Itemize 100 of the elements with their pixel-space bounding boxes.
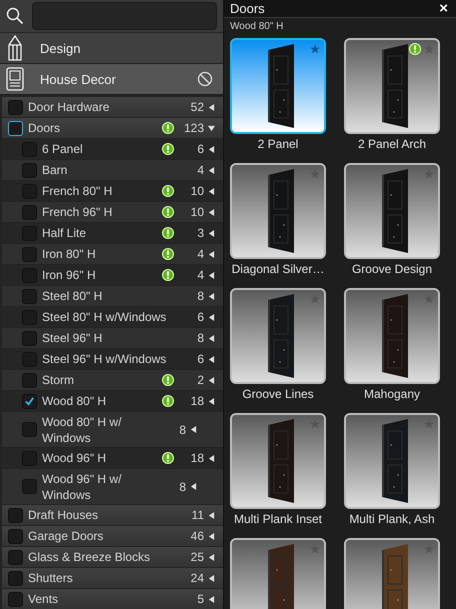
checkbox[interactable] bbox=[22, 394, 37, 408]
category-label: Wood 96" H bbox=[42, 450, 108, 466]
category-row[interactable]: Draft Houses 11 bbox=[2, 505, 223, 525]
checkbox[interactable] bbox=[22, 372, 37, 388]
expand-arrow-icon[interactable] bbox=[208, 272, 215, 278]
category-label: Steel 80" H bbox=[42, 288, 104, 304]
item-count: 11 bbox=[190, 508, 204, 522]
category-row[interactable]: Wood 80" H w/ Windows 8 bbox=[2, 412, 223, 447]
expand-arrow-icon[interactable] bbox=[190, 426, 197, 433]
star-icon[interactable] bbox=[310, 419, 320, 429]
category-row[interactable]: Vents 5 bbox=[2, 589, 223, 609]
item-count: 6 bbox=[196, 310, 204, 324]
item-count: 8 bbox=[178, 480, 186, 494]
expand-arrow-icon[interactable] bbox=[208, 208, 215, 216]
star-icon[interactable] bbox=[424, 544, 434, 554]
expand-arrow-icon[interactable] bbox=[208, 376, 215, 384]
checkbox[interactable] bbox=[8, 570, 23, 586]
warning-icon bbox=[162, 122, 174, 134]
expand-arrow-icon[interactable] bbox=[208, 314, 215, 320]
expand-arrow-icon[interactable] bbox=[208, 166, 215, 174]
nav-label: Design bbox=[40, 40, 82, 56]
category-label: Iron 80" H bbox=[42, 246, 97, 262]
checkbox[interactable] bbox=[22, 330, 37, 346]
expand-arrow-icon[interactable] bbox=[208, 554, 215, 560]
category-label: French 96" H bbox=[42, 204, 114, 220]
star-icon[interactable] bbox=[424, 44, 434, 54]
expand-arrow-icon[interactable] bbox=[190, 483, 197, 490]
checkbox[interactable] bbox=[8, 550, 23, 564]
panel-subtitle: Wood 80" H bbox=[229, 20, 284, 34]
checkbox[interactable] bbox=[8, 528, 23, 544]
expand-arrow-icon[interactable] bbox=[208, 104, 215, 110]
item-count: 8 bbox=[196, 331, 204, 345]
expand-arrow-icon[interactable] bbox=[208, 574, 215, 582]
star-icon[interactable] bbox=[310, 44, 320, 54]
expand-arrow-icon[interactable] bbox=[208, 398, 215, 404]
category-row[interactable]: French 96" H 10 bbox=[2, 202, 223, 222]
star-icon[interactable] bbox=[424, 419, 434, 429]
expand-arrow-icon[interactable] bbox=[208, 596, 215, 602]
checkbox[interactable] bbox=[8, 508, 23, 522]
category-row[interactable]: Garage Doors 46 bbox=[2, 526, 223, 546]
star-icon[interactable] bbox=[310, 544, 320, 554]
category-row[interactable]: Storm 2 bbox=[2, 370, 223, 390]
star-icon[interactable] bbox=[424, 294, 434, 304]
expand-arrow-icon[interactable] bbox=[208, 146, 215, 152]
star-icon[interactable] bbox=[310, 294, 320, 304]
warning-icon bbox=[162, 395, 174, 407]
expand-arrow-icon[interactable] bbox=[208, 188, 215, 194]
door-name: Groove Design bbox=[352, 262, 432, 278]
checkbox[interactable] bbox=[8, 592, 23, 606]
expand-arrow-icon[interactable] bbox=[208, 454, 215, 462]
category-row[interactable]: Glass & Breeze Blocks 25 bbox=[2, 547, 223, 567]
nav-item[interactable]: House Decor bbox=[0, 64, 223, 95]
search-icon[interactable] bbox=[6, 7, 24, 25]
expand-arrow-icon[interactable] bbox=[208, 250, 215, 258]
category-label: Steel 96" H bbox=[42, 330, 104, 346]
category-row[interactable]: Steel 80" H 8 bbox=[2, 286, 223, 306]
door-name: Multi Plank Inset bbox=[234, 512, 322, 528]
category-row[interactable]: Steel 96" H 8 bbox=[2, 328, 223, 348]
category-label: French 80" H bbox=[42, 183, 114, 199]
collapse-arrow-icon[interactable] bbox=[208, 124, 215, 132]
category-label: Shutters bbox=[28, 570, 74, 586]
checkbox[interactable] bbox=[22, 479, 37, 494]
search-field[interactable] bbox=[32, 2, 217, 30]
category-row[interactable]: Door Hardware 52 bbox=[2, 97, 223, 117]
checkbox[interactable] bbox=[8, 120, 23, 136]
category-label: Vents bbox=[28, 591, 60, 607]
expand-arrow-icon[interactable] bbox=[208, 292, 215, 300]
category-row[interactable]: Barn 4 bbox=[2, 160, 223, 180]
checkbox[interactable] bbox=[22, 246, 37, 262]
category-label: Steel 80" H w/Windows bbox=[42, 309, 168, 325]
item-count: 24 bbox=[190, 571, 204, 585]
category-row[interactable]: Iron 80" H 4 bbox=[2, 244, 223, 264]
nav-item[interactable]: Design bbox=[0, 33, 223, 64]
item-count: 10 bbox=[190, 205, 204, 219]
category-row[interactable]: Shutters 24 bbox=[2, 568, 223, 588]
category-label: Door Hardware bbox=[28, 99, 110, 115]
expand-arrow-icon[interactable] bbox=[208, 334, 215, 342]
item-count: 123 bbox=[182, 121, 204, 135]
panel-title: Doors bbox=[230, 1, 265, 16]
close-button[interactable]: × bbox=[439, 0, 448, 17]
expand-arrow-icon[interactable] bbox=[208, 532, 215, 540]
expand-arrow-icon[interactable] bbox=[208, 356, 215, 362]
checkbox[interactable] bbox=[22, 204, 37, 220]
checkbox[interactable] bbox=[22, 288, 37, 304]
item-count: 52 bbox=[190, 100, 204, 114]
expand-arrow-icon[interactable] bbox=[208, 512, 215, 518]
warning-icon bbox=[162, 269, 174, 281]
category-label: Wood 80" H bbox=[42, 393, 108, 409]
warning-icon bbox=[162, 452, 174, 464]
category-row[interactable]: Wood 96" H w/ Windows 8 bbox=[2, 469, 223, 504]
category-label: Barn bbox=[42, 162, 68, 178]
star-icon[interactable] bbox=[310, 169, 320, 179]
expand-arrow-icon[interactable] bbox=[208, 230, 215, 236]
blocked-icon[interactable] bbox=[197, 71, 213, 87]
checkbox[interactable] bbox=[22, 422, 37, 437]
checkbox[interactable] bbox=[22, 162, 37, 178]
category-row[interactable]: Doors 123 bbox=[2, 118, 223, 138]
star-icon[interactable] bbox=[424, 169, 434, 179]
category-label: Doors bbox=[28, 120, 62, 136]
checkbox[interactable] bbox=[8, 100, 23, 114]
